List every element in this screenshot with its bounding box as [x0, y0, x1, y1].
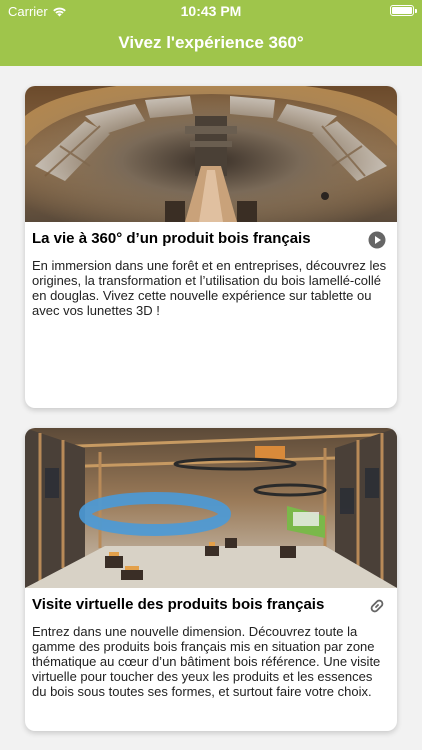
experience-card-360[interactable]: La vie à 360° d’un produit bois français…	[25, 86, 397, 408]
card-description: En immersion dans une forêt et en entrep…	[32, 258, 387, 318]
card-description: Entrez dans une nouvelle dimension. Déco…	[32, 624, 381, 699]
experience-card-virtual-visit[interactable]: Visite virtuelle des produits bois franç…	[25, 428, 397, 731]
card-image-360-sawmill	[25, 86, 397, 222]
card-title: La vie à 360° d’un produit bois français	[32, 230, 311, 247]
battery-icon	[390, 5, 417, 16]
header-bar: Carrier 10:43 PM Vivez l'expérience 360°	[0, 0, 422, 66]
play-icon[interactable]	[368, 231, 386, 249]
card-image-virtual-hall	[25, 428, 397, 588]
page-title: Vivez l'expérience 360°	[118, 33, 304, 52]
card-title-row: Visite virtuelle des produits bois franç…	[25, 588, 397, 622]
status-time: 10:43 PM	[180, 3, 242, 19]
status-bar: Carrier 10:43 PM	[0, 0, 422, 22]
card-title: Visite virtuelle des produits bois franç…	[32, 596, 325, 613]
link-icon[interactable]	[368, 597, 386, 615]
card-title-row: La vie à 360° d’un produit bois français	[25, 222, 397, 256]
